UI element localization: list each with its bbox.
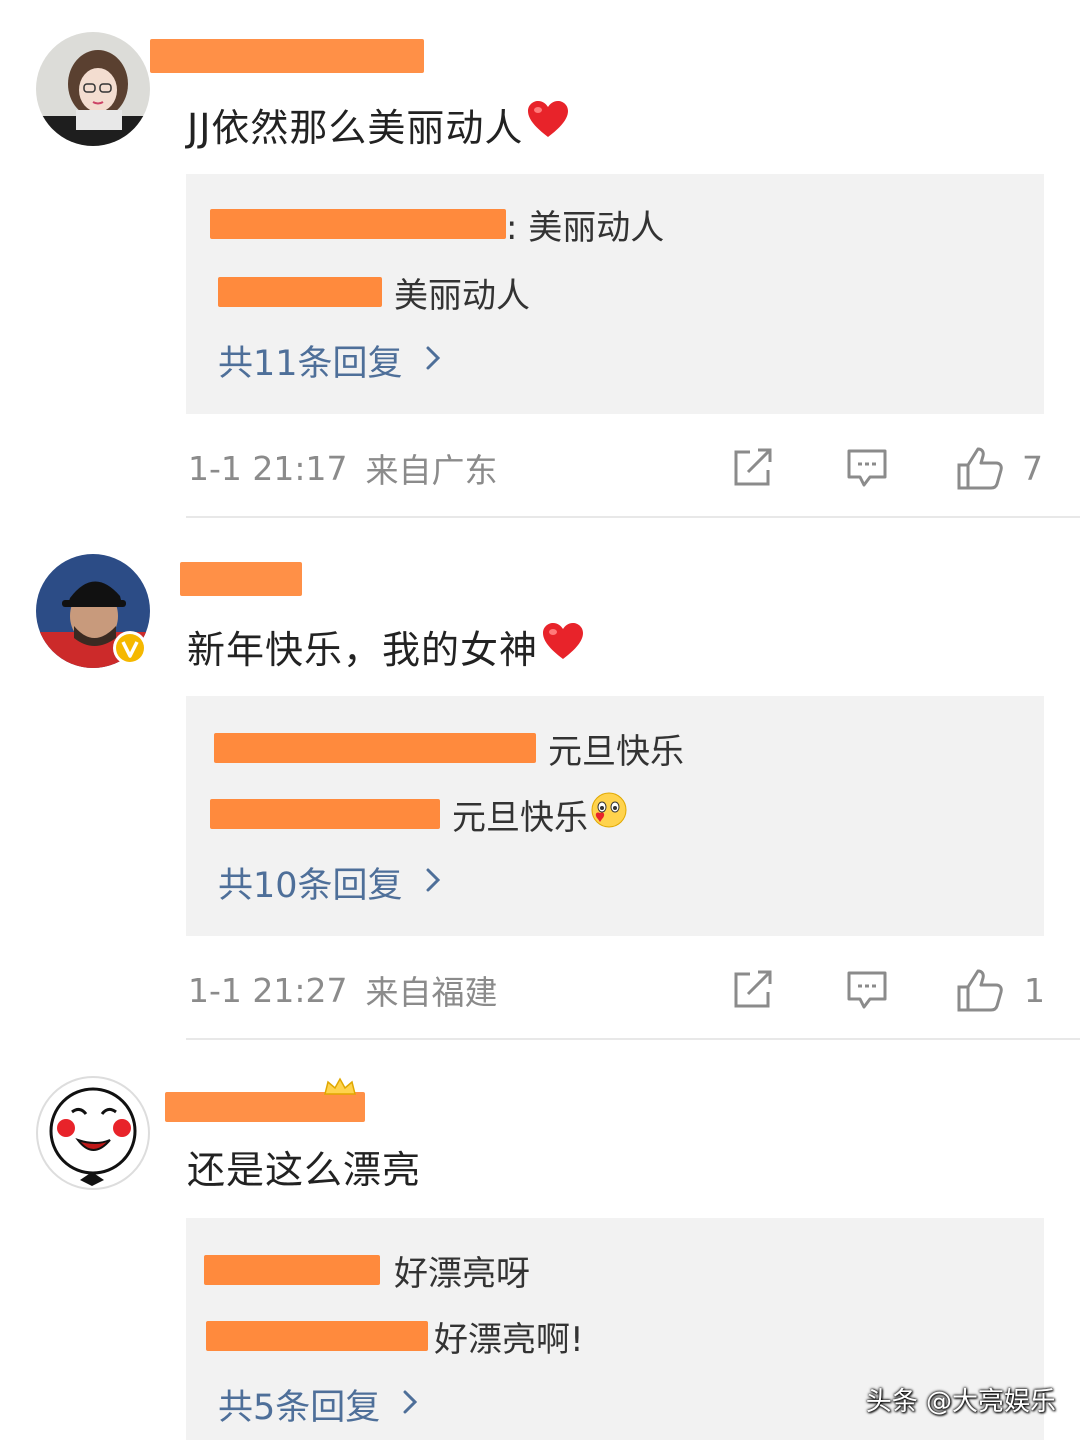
like-count: 7 xyxy=(1022,448,1043,488)
comment-time: 1-1 21:27 xyxy=(188,970,348,1010)
blush-emoji xyxy=(590,791,628,838)
reply-text: 元旦快乐 xyxy=(452,797,588,838)
reply-username-redacted[interactable] xyxy=(206,1321,428,1351)
reply-text: 元旦快乐 xyxy=(548,731,684,772)
reply-count-label: 共10条回复 xyxy=(218,865,403,906)
divider xyxy=(186,1038,1080,1040)
comment-location: 来自福建 xyxy=(365,973,498,1012)
reply-text: : 美丽动人 xyxy=(506,207,665,248)
heart-emoji xyxy=(542,622,584,670)
comment-text-body: 还是这么漂亮 xyxy=(187,1147,422,1192)
reply-line: 好漂亮啊! xyxy=(206,1314,584,1360)
reply-line: : 美丽动人 xyxy=(210,202,665,248)
reply-username-redacted[interactable] xyxy=(218,277,382,307)
share-icon xyxy=(734,970,772,1008)
like-button[interactable]: 1 xyxy=(956,966,1045,1014)
watermark: 头条 @大亮娱乐 xyxy=(865,1387,1056,1417)
reply-preview-box[interactable]: 元旦快乐 元旦快乐 共10条回复 xyxy=(186,696,1044,936)
divider xyxy=(186,516,1080,518)
reply-line: 美丽动人 xyxy=(218,270,530,316)
view-replies-link[interactable]: 共5条回复 xyxy=(218,1382,418,1428)
reply-line: 元旦快乐 xyxy=(214,726,684,772)
reply-line: 元旦快乐 xyxy=(210,791,628,838)
share-icon xyxy=(734,448,772,486)
reply-text: 好漂亮啊! xyxy=(434,1319,584,1360)
comment-text-body: JJ依然那么美丽动人 xyxy=(187,105,524,150)
reply-username-redacted[interactable] xyxy=(204,1255,380,1285)
like-icon xyxy=(957,447,1003,490)
reply-count-label: 共5条回复 xyxy=(218,1387,381,1428)
reply-text: 好漂亮呀 xyxy=(394,1253,530,1294)
comment-text: 新年快乐，我的女神 xyxy=(187,620,584,672)
like-icon xyxy=(957,969,1003,1012)
chevron-right-icon xyxy=(425,862,441,902)
avatar[interactable] xyxy=(36,32,150,146)
avatar[interactable] xyxy=(36,1076,150,1190)
view-replies-link[interactable]: 共10条回复 xyxy=(218,860,441,906)
reply-username-redacted[interactable] xyxy=(210,209,506,239)
reply-preview-box[interactable]: : 美丽动人 美丽动人 共11条回复 xyxy=(186,174,1044,414)
username-redacted[interactable] xyxy=(180,562,302,596)
comment-icon xyxy=(847,971,887,1009)
comment-icon xyxy=(847,449,887,487)
reply-text: 美丽动人 xyxy=(394,275,530,316)
reply-button[interactable] xyxy=(846,968,888,1012)
chevron-right-icon xyxy=(402,1384,418,1424)
like-count: 1 xyxy=(1024,970,1045,1010)
verified-badge-icon xyxy=(113,631,147,665)
view-replies-link[interactable]: 共11条回复 xyxy=(218,338,441,384)
avatar[interactable] xyxy=(36,554,150,668)
crown-icon xyxy=(324,1077,356,1095)
reply-username-redacted[interactable] xyxy=(210,799,440,829)
reply-count-label: 共11条回复 xyxy=(218,343,403,384)
comment-text: JJ依然那么美丽动人 xyxy=(187,98,569,150)
reply-line: 好漂亮呀 xyxy=(204,1248,530,1294)
heart-emoji xyxy=(527,100,569,148)
comment-time: 1-1 21:17 xyxy=(188,448,348,488)
comment-meta: 1-1 21:17 来自广东 xyxy=(188,446,498,491)
like-button[interactable]: 7 xyxy=(956,444,1043,492)
comment-text: 还是这么漂亮 xyxy=(187,1140,421,1192)
comment-meta: 1-1 21:27 来自福建 xyxy=(188,968,498,1013)
share-button[interactable] xyxy=(732,446,774,490)
comment-location: 来自广东 xyxy=(365,451,498,490)
share-button[interactable] xyxy=(732,968,774,1012)
comment-text-body: 新年快乐，我的女神 xyxy=(187,627,539,672)
chevron-right-icon xyxy=(425,340,441,380)
reply-button[interactable] xyxy=(846,446,888,490)
username-redacted[interactable] xyxy=(150,39,424,73)
reply-username-redacted[interactable] xyxy=(214,733,536,763)
